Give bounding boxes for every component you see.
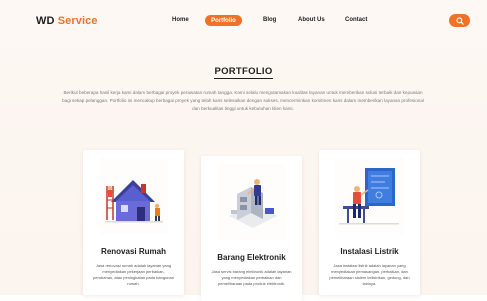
card-text: Jasa renovasi rumah adalah layanan yang …: [93, 263, 174, 286]
nav-contact[interactable]: Contact: [345, 17, 367, 23]
search-button[interactable]: [449, 14, 470, 27]
section-title: PORTFOLIO: [0, 66, 487, 79]
card-title: Instalasi Listrik: [340, 247, 399, 256]
nav-about[interactable]: About Us: [298, 17, 325, 23]
portfolio-card-elektronik[interactable]: Barang Elektronik Jasa servis barang ele…: [201, 156, 302, 301]
card-image: [335, 158, 404, 234]
card-image: [99, 158, 168, 234]
card-title: Barang Elektronik: [217, 253, 286, 262]
card-text: Jasa instalasi listrik adalah layanan ya…: [329, 263, 410, 286]
section-title-text: PORTFOLIO: [214, 66, 273, 79]
electrical-installation-icon: [335, 158, 404, 234]
brand-part2: Service: [57, 15, 98, 27]
brand-logo[interactable]: WD Service: [36, 15, 98, 27]
card-title: Renovasi Rumah: [101, 247, 166, 256]
portfolio-card-renovasi[interactable]: Renovasi Rumah Jasa renovasi rumah adala…: [83, 150, 184, 295]
navbar: WD Service Home Portfolio Blog About Us …: [0, 0, 487, 46]
electronics-repair-icon: [217, 164, 286, 240]
portfolio-card-listrik[interactable]: Instalasi Listrik Jasa instalasi listrik…: [319, 150, 420, 295]
page: WD Service Home Portfolio Blog About Us …: [0, 0, 487, 301]
nav-home[interactable]: Home: [172, 17, 189, 23]
nav-blog[interactable]: Blog: [263, 17, 276, 23]
card-text: Jasa servis barang elektronik adalah lay…: [211, 269, 292, 286]
nav-portfolio[interactable]: Portfolio: [205, 15, 242, 26]
house-renovation-icon: [99, 158, 168, 234]
card-image: [217, 164, 286, 240]
search-icon: [455, 16, 464, 25]
section-description: Berikut beberapa hasil kerja kami dalam …: [62, 90, 424, 111]
brand-part1: WD: [36, 15, 55, 27]
